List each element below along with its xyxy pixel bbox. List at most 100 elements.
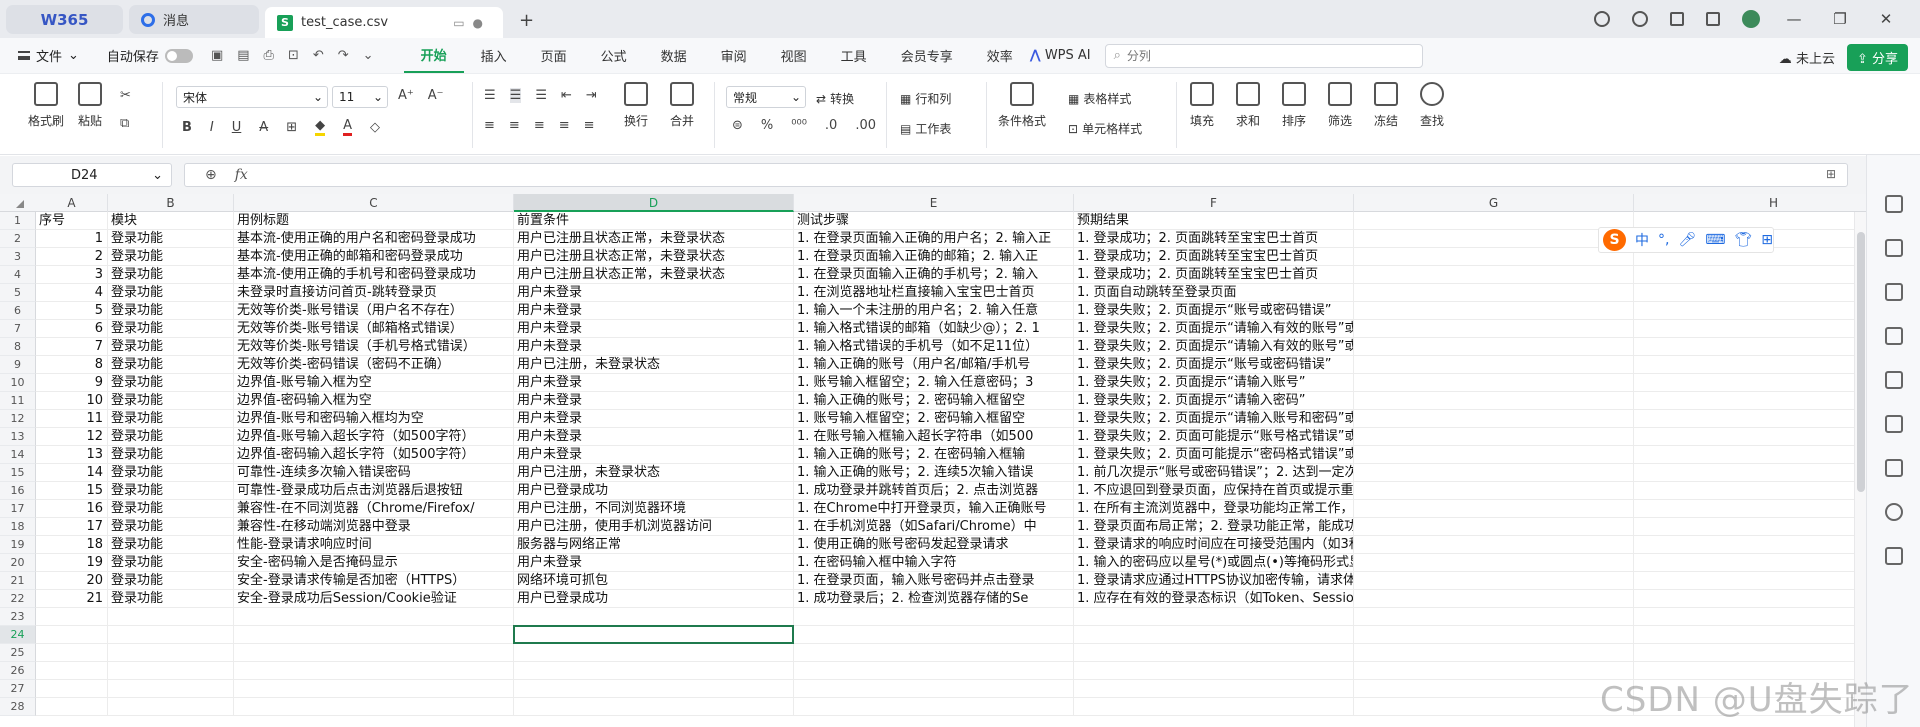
table-cell[interactable] [1354,212,1634,230]
tab-controls[interactable]: ▭● [453,16,491,30]
table-cell[interactable]: 登录功能 [108,320,234,338]
table-cell[interactable]: 1. 前几次提示“账号或密码错误”；2. 达到一定次数（如5次）后，账号可能被临… [1074,464,1354,482]
table-cell[interactable]: 登录功能 [108,536,234,554]
skin-icon[interactable]: 👕︎ [1734,232,1752,248]
ai-assistant-icon[interactable] [1594,11,1610,27]
table-cell[interactable]: 1. 应存在有效的登录态标识（如Token、Session ID），且不应包含敏… [1074,590,1354,608]
restore-button[interactable]: ❐ [1828,10,1852,28]
table-cell[interactable]: 2 [36,248,108,266]
redo-icon[interactable]: ↷ [338,48,349,63]
layers-icon[interactable] [1884,415,1903,433]
table-cell[interactable]: 9 [36,374,108,392]
table-cell[interactable]: 用户已注册，未登录状态 [514,464,794,482]
indent-increase-icon[interactable]: ⇥ [586,88,597,103]
cell-style-button[interactable]: ⊡ 单元格样式 [1068,120,1142,137]
menu-tab[interactable]: 开始 [403,38,464,73]
table-cell[interactable]: 6 [36,320,108,338]
table-cell[interactable] [1354,266,1634,284]
table-cell[interactable]: 登录功能 [108,392,234,410]
menu-tab[interactable]: 审阅 [704,38,764,73]
decrease-font-icon[interactable]: A⁻ [428,88,444,103]
table-cell[interactable]: 1. 登录失败；2. 页面提示“请输入有效的账号”或“账号或密码错误” [1074,320,1354,338]
paste-button[interactable]: 粘贴 [78,82,102,129]
table-cell[interactable]: 用户已注册，不同浏览器环境 [514,500,794,518]
table-cell[interactable]: 安全-登录请求传输是否加密（HTTPS） [234,572,514,590]
print-preview-icon[interactable]: ⊡ [288,48,299,63]
table-cell[interactable]: 1. 使用正确的账号密码发起登录请求 [794,536,1074,554]
table-cell[interactable] [514,698,794,716]
menu-tab[interactable]: 视图 [764,38,824,73]
table-cell[interactable]: 1. 不应退回到登录页面，应保持在首页或提示重新登录（根据安全策略） [1074,482,1354,500]
table-cell[interactable] [234,698,514,716]
row-header[interactable]: 1 [0,212,36,230]
table-cell[interactable] [1634,554,1866,572]
table-cell[interactable] [1354,230,1634,248]
column-header[interactable]: A [36,194,108,212]
table-cell[interactable] [1354,464,1634,482]
table-cell[interactable]: 可靠性-连续多次输入错误密码 [234,464,514,482]
table-cell[interactable]: 用户未登录 [514,410,794,428]
table-cell[interactable] [1634,518,1866,536]
table-cell[interactable]: 登录功能 [108,284,234,302]
table-cell[interactable]: 1. 在密码输入框中输入字符 [794,554,1074,572]
new-tab-button[interactable]: + [519,10,534,31]
table-cell[interactable]: 登录功能 [108,248,234,266]
row-header[interactable]: 17 [0,500,36,518]
close-button[interactable]: ✕ [1874,10,1898,28]
fill-color-icon[interactable]: ◆ [315,118,326,136]
row-header[interactable]: 28 [0,698,36,716]
layout-icon[interactable] [1670,12,1684,26]
table-cell[interactable] [234,680,514,698]
table-cell[interactable]: 边界值-账号和密码输入框均为空 [234,410,514,428]
table-cell[interactable]: 用户已注册，未登录状态 [514,356,794,374]
table-cell[interactable] [1074,626,1354,644]
table-cell[interactable]: 可靠性-登录成功后点击浏览器后退按钮 [234,482,514,500]
minimize-button[interactable]: — [1782,10,1806,28]
table-cell[interactable]: 用户未登录 [514,302,794,320]
thousands-icon[interactable]: ⁰⁰⁰ [791,118,807,133]
clear-format-icon[interactable]: ◇ [370,120,380,135]
table-cell[interactable]: 性能-登录请求响应时间 [234,536,514,554]
menu-tab[interactable]: 数据 [644,38,704,73]
table-cell[interactable] [1634,446,1866,464]
table-cell[interactable]: 1. 登录失败；2. 页面提示“请输入账号” [1074,374,1354,392]
row-header[interactable]: 24 [0,626,36,644]
table-cell[interactable]: 1. 输入一个未注册的用户名；2. 输入任意 [794,302,1074,320]
table-cell[interactable] [1354,428,1634,446]
decimal-increase-icon[interactable]: .0 [825,118,837,133]
table-cell[interactable] [1354,482,1634,500]
table-cell[interactable]: 1. 在登录页面输入正确的手机号；2. 输入 [794,266,1074,284]
table-cell[interactable] [1634,482,1866,500]
row-header[interactable]: 18 [0,518,36,536]
table-cell[interactable]: 无效等价类-账号错误（手机号格式错误） [234,338,514,356]
table-cell[interactable] [1634,338,1866,356]
table-cell[interactable]: 1. 在登录页面输入正确的邮箱；2. 输入正 [794,248,1074,266]
table-cell[interactable]: 5 [36,302,108,320]
row-header[interactable]: 26 [0,662,36,680]
table-cell[interactable] [1354,680,1634,698]
table-cell[interactable]: 登录功能 [108,428,234,446]
table-cell[interactable] [1634,536,1866,554]
table-cell[interactable]: 1. 登录失败；2. 页面提示“账号或密码错误” [1074,356,1354,374]
sogou-logo-icon[interactable]: S [1603,229,1627,251]
fill-button[interactable]: 填充 [1190,82,1214,129]
table-cell[interactable]: 14 [36,464,108,482]
table-cell[interactable] [36,644,108,662]
undo-icon[interactable]: ↶ [313,48,324,63]
table-cell[interactable]: 网络环境可抓包 [514,572,794,590]
table-cell[interactable]: 1. 成功登录并跳转首页后；2. 点击浏览器 [794,482,1074,500]
ime-punctuation-label[interactable]: °, [1658,232,1669,248]
rows-cols-button[interactable]: ▦ 行和列 [900,90,951,107]
select-tool-icon[interactable] [1884,195,1903,213]
file-menu[interactable]: 文件 ⌄ [18,46,79,65]
table-cell[interactable] [234,662,514,680]
table-cell[interactable]: 用户未登录 [514,320,794,338]
row-header[interactable]: 20 [0,554,36,572]
table-cell[interactable] [1634,644,1866,662]
scrollbar-thumb[interactable] [1857,232,1865,492]
table-cell[interactable] [794,662,1074,680]
align-center-icon[interactable]: ≡ [509,118,520,133]
filter-button[interactable]: 筛选 [1328,82,1352,129]
table-cell[interactable]: 兼容性-在不同浏览器（Chrome/Firefox/ [234,500,514,518]
table-cell[interactable]: 用户未登录 [514,428,794,446]
